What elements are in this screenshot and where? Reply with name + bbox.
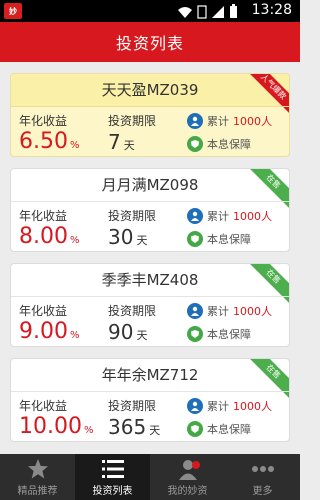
user-icon	[187, 303, 203, 319]
tab-more[interactable]: 更多	[225, 454, 300, 500]
term-label: 投资期限	[108, 399, 157, 413]
status-time: 13:28	[251, 2, 292, 18]
wifi-icon	[178, 6, 192, 18]
list-icon	[101, 460, 124, 478]
tab-label: 投资列表	[92, 486, 133, 497]
investor-count: 累计 1000人	[187, 208, 272, 224]
tab-investment-list[interactable]: 投资列表	[75, 454, 150, 500]
product-card[interactable]: 季季丰MZ408 在售 年化收益 9.00% 投资期限 90 天 累计 1000人 …	[10, 263, 290, 347]
sim-icon	[197, 4, 207, 19]
shield-icon	[187, 231, 203, 247]
term-value: 30 天	[108, 225, 148, 249]
status-icons	[177, 4, 238, 19]
rate-value: 10.00%	[19, 414, 94, 439]
tab-label: 精品推荐	[17, 486, 58, 497]
product-list[interactable]: 天天盈MZ039 人气爆款 年化收益 6.50% 投资期限 7天 累计 1000人…	[0, 62, 300, 454]
guarantee-badge: 本息保障	[187, 421, 251, 437]
divider	[11, 296, 289, 297]
notification-dot	[192, 461, 200, 469]
battery-icon	[230, 4, 237, 18]
rate-value: 6.50%	[19, 129, 80, 154]
user-icon	[187, 113, 203, 129]
title-bar: 投资列表	[0, 22, 300, 62]
investor-count: 累计 1000人	[187, 398, 272, 414]
signal-icon	[212, 5, 224, 18]
bottom-tab-bar: 精品推荐 投资列表 我的妙资 更多	[0, 454, 300, 500]
page-title: 投资列表	[115, 34, 184, 53]
rate-label: 年化收益	[19, 304, 68, 318]
term-label: 投资期限	[108, 209, 157, 223]
user-icon	[187, 208, 203, 224]
app-notification-icon: 妙	[4, 3, 22, 19]
product-name: 季季丰MZ408	[101, 271, 199, 289]
shield-icon	[187, 326, 203, 342]
user-icon	[187, 398, 203, 414]
product-name: 月月满MZ098	[101, 176, 199, 194]
divider	[11, 106, 289, 107]
term-value: 7天	[108, 130, 135, 154]
divider	[11, 201, 289, 202]
guarantee-badge: 本息保障	[187, 136, 251, 152]
rate-value: 8.00%	[19, 224, 80, 249]
product-card[interactable]: 天天盈MZ039 人气爆款 年化收益 6.50% 投资期限 7天 累计 1000人…	[10, 73, 290, 157]
term-value: 365 天	[108, 415, 161, 439]
tab-my-account[interactable]: 我的妙资	[150, 454, 225, 500]
term-value: 90 天	[108, 320, 148, 344]
tab-label: 我的妙资	[167, 486, 208, 497]
tab-featured[interactable]: 精品推荐	[0, 454, 75, 500]
status-bar: 妙 13:28	[0, 0, 300, 22]
shield-icon	[187, 136, 203, 152]
product-card[interactable]: 年年余MZ712 在售 年化收益 10.00% 投资期限 365 天 累计 1000…	[10, 358, 290, 442]
star-icon	[27, 459, 48, 479]
investor-count: 累计 1000人	[187, 113, 272, 129]
product-card[interactable]: 月月满MZ098 在售 年化收益 8.00% 投资期限 30 天 累计 1000人 …	[10, 168, 290, 252]
product-name: 天天盈MZ039	[11, 74, 289, 106]
product-name: 年年余MZ712	[101, 366, 199, 384]
tab-label: 更多	[252, 486, 273, 497]
guarantee-badge: 本息保障	[187, 231, 251, 247]
rate-value: 9.00%	[19, 319, 80, 344]
rate-label: 年化收益	[19, 114, 68, 128]
divider	[11, 391, 289, 392]
term-label: 投资期限	[108, 114, 157, 128]
term-label: 投资期限	[108, 304, 157, 318]
investor-count: 累计 1000人	[187, 303, 272, 319]
more-icon	[251, 466, 274, 472]
shield-icon	[187, 421, 203, 437]
rate-label: 年化收益	[19, 399, 68, 413]
guarantee-badge: 本息保障	[187, 326, 251, 342]
rate-label: 年化收益	[19, 209, 68, 223]
